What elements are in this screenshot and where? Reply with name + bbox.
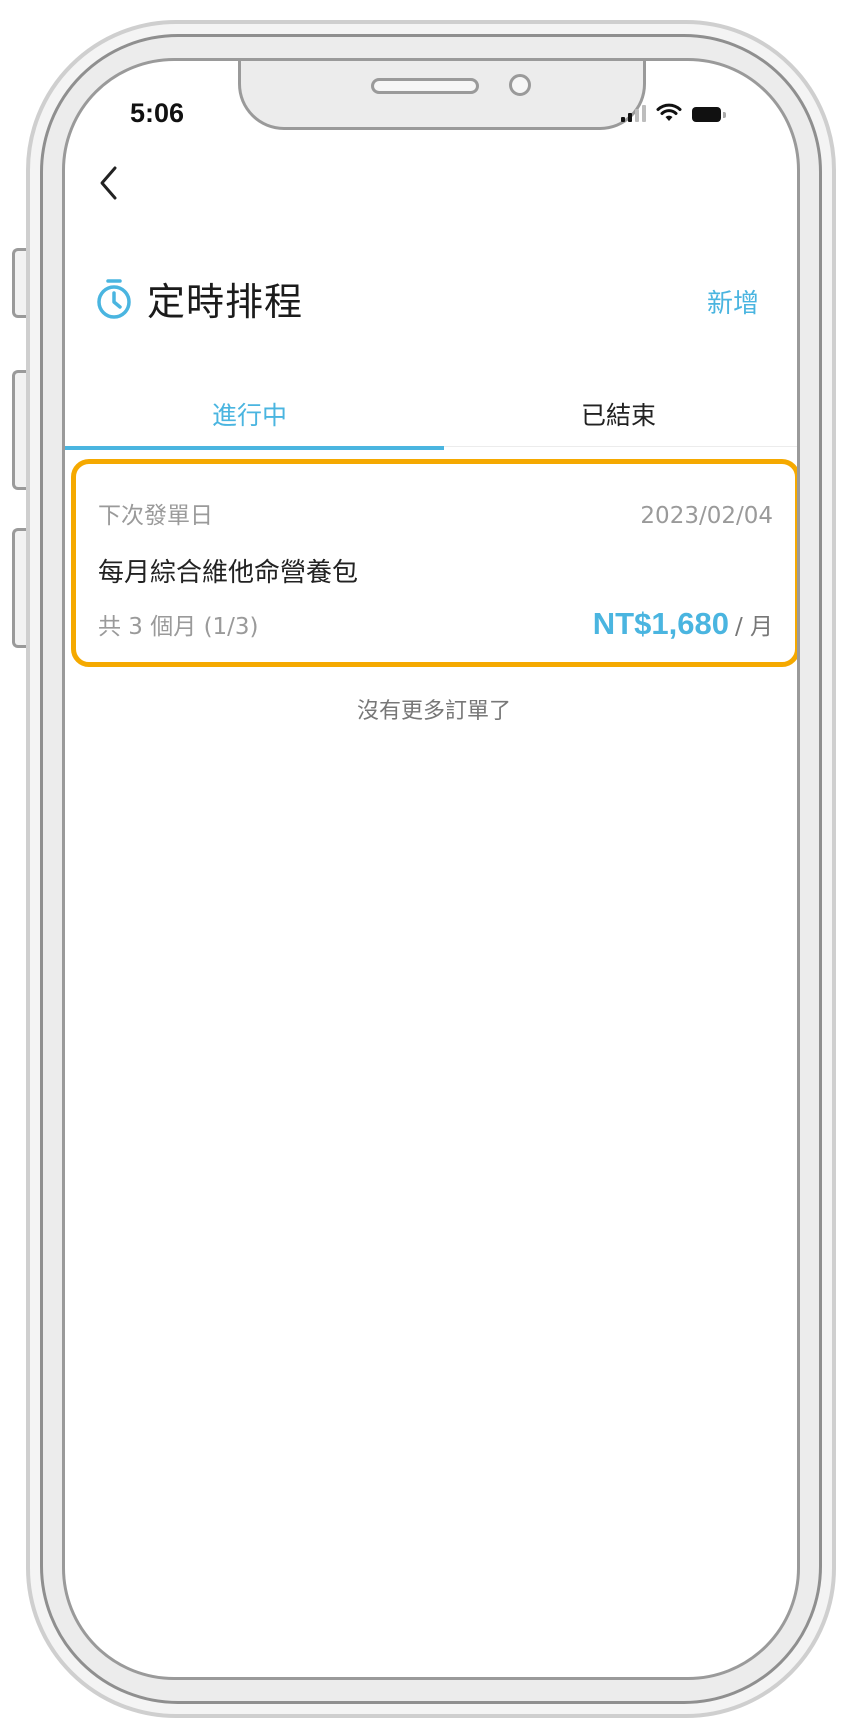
- price-row: 共 3 個月 (1/3) NT$1,680 / 月: [98, 606, 773, 642]
- tab-in-progress[interactable]: 進行中: [65, 396, 434, 446]
- price-unit: / 月: [734, 614, 773, 640]
- active-tab-indicator: [65, 446, 444, 450]
- timer-icon: [97, 278, 131, 319]
- page-header: 定時排程: [95, 271, 303, 326]
- tab-ended[interactable]: 已結束: [434, 396, 797, 446]
- wifi-icon: [656, 103, 682, 121]
- tab-bar: 進行中 已結束: [65, 396, 797, 447]
- period-text: 共 3 個月 (1/3): [98, 614, 259, 640]
- page-title: 定時排程: [147, 280, 304, 324]
- next-date-value: 2023/02/04: [640, 503, 773, 529]
- phone-mockup: 5:06 定時排程 新增 進行中 已結束 下次發單日 2023/02/04 每月…: [0, 0, 851, 1721]
- product-name: 每月綜合維他命營養包: [98, 558, 359, 588]
- notch: [238, 61, 646, 130]
- next-date-label: 下次發單日: [98, 503, 213, 529]
- next-date-row: 下次發單日 2023/02/04: [98, 496, 773, 530]
- signal-icon: [621, 104, 646, 122]
- price-value: NT$1,680: [592, 606, 729, 641]
- no-more-orders-text: 沒有更多訂單了: [356, 699, 511, 724]
- add-button[interactable]: 新增: [707, 283, 759, 320]
- status-icons: [621, 102, 726, 122]
- front-camera: [509, 74, 531, 96]
- battery-icon: [692, 107, 726, 122]
- status-time: 5:06: [130, 98, 185, 128]
- phone-screen: 5:06 定時排程 新增 進行中 已結束 下次發單日 2023/02/04 每月…: [62, 58, 800, 1680]
- order-card[interactable]: 下次發單日 2023/02/04 每月綜合維他命營養包 共 3 個月 (1/3)…: [71, 459, 797, 667]
- chevron-left-icon: [100, 166, 117, 200]
- speaker-grille: [371, 78, 479, 94]
- back-button[interactable]: [89, 161, 129, 205]
- product-row: 每月綜合維他命營養包: [98, 552, 773, 589]
- price-group: NT$1,680 / 月: [593, 606, 773, 642]
